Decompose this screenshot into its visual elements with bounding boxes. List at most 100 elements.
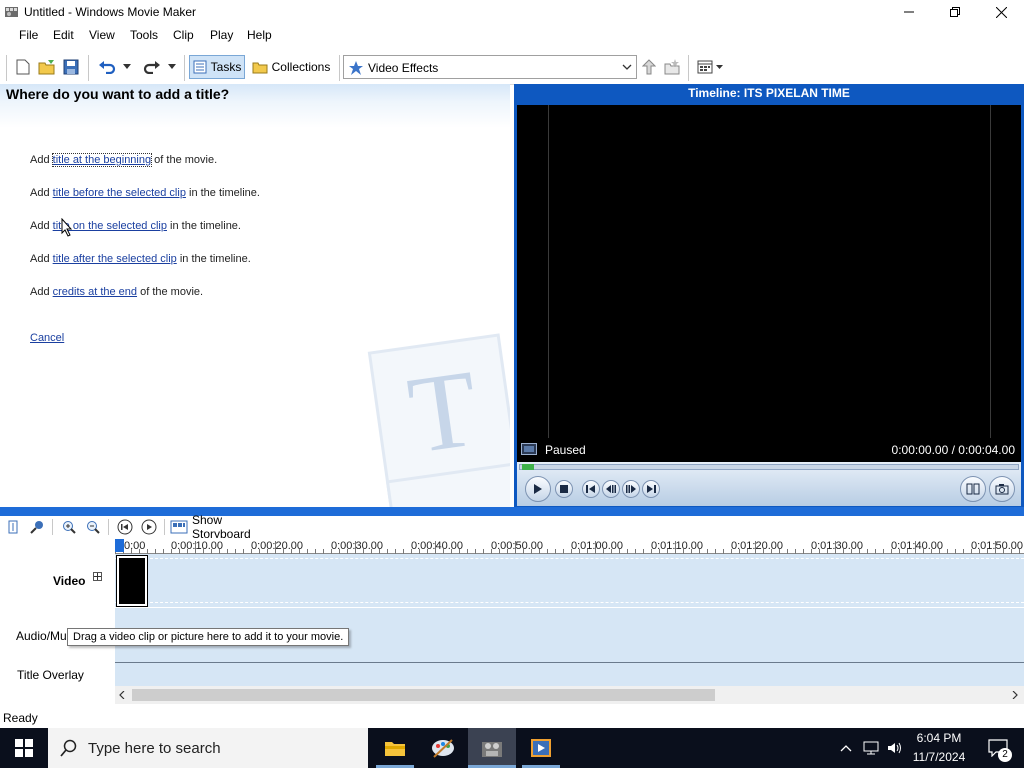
new-collection-folder-button[interactable]	[663, 58, 681, 76]
mouse-cursor-icon	[61, 218, 73, 237]
title-after-selected-link[interactable]: title after the selected clip	[53, 253, 177, 265]
task-line-prefix: Add	[30, 286, 53, 298]
scroll-right-icon	[1012, 691, 1018, 699]
redo-button[interactable]	[141, 58, 163, 76]
close-icon	[995, 6, 1007, 18]
stop-button[interactable]	[555, 480, 573, 498]
toolbar-separator	[52, 519, 53, 535]
zoom-in-button[interactable]	[60, 518, 78, 536]
menu-edit[interactable]: Edit	[53, 28, 74, 42]
menu-play[interactable]: Play	[210, 28, 233, 42]
skip-forward-icon	[647, 485, 656, 493]
menu-help[interactable]: Help	[247, 28, 272, 42]
zoom-in-icon	[63, 521, 76, 534]
playhead-indicator[interactable]	[115, 539, 124, 552]
taskbar-file-explorer[interactable]	[372, 728, 418, 768]
save-button[interactable]	[62, 58, 80, 76]
action-center-button[interactable]: 2	[978, 728, 1018, 768]
toolbar-separator	[88, 55, 89, 81]
collections-button[interactable]: Collections	[249, 55, 333, 79]
play-timeline-button[interactable]	[140, 518, 158, 536]
credits-at-end-link[interactable]: credits at the end	[53, 286, 137, 298]
seek-thumb[interactable]	[522, 464, 534, 470]
taskbar-paint-app[interactable]	[420, 728, 466, 768]
tasks-button[interactable]: Tasks	[189, 55, 245, 79]
taskbar-search-box[interactable]: Type here to search	[48, 728, 368, 768]
scrollbar-thumb[interactable]	[132, 689, 715, 701]
title-before-selected-link[interactable]: title before the selected clip	[53, 187, 186, 199]
next-frame-button[interactable]	[622, 480, 640, 498]
track-guide	[115, 558, 1024, 559]
menu-tools[interactable]: Tools	[130, 28, 158, 42]
collection-select-value: Video Effects	[368, 61, 439, 75]
play-icon	[534, 484, 542, 494]
windows-logo-icon	[15, 739, 33, 757]
preview-title: Timeline: ITS PIXELAN TIME	[688, 86, 850, 100]
forward-to-end-button[interactable]	[642, 480, 660, 498]
minimize-icon	[904, 11, 914, 13]
chevron-down-icon	[123, 64, 131, 69]
expand-video-track-button[interactable]	[93, 572, 102, 581]
title-overlay-track[interactable]	[115, 663, 1024, 686]
views-button[interactable]	[695, 58, 725, 76]
undo-arrow-icon	[99, 61, 116, 74]
clock-date[interactable]: 11/7/2024	[906, 750, 972, 764]
task-heading: Where do you want to add a title?	[6, 86, 230, 102]
seek-controls	[517, 462, 1021, 506]
narrate-timeline-button[interactable]	[28, 518, 46, 536]
take-picture-button[interactable]	[989, 476, 1015, 502]
status-text: Ready	[3, 711, 38, 725]
storyboard-icon	[170, 520, 188, 534]
restore-button[interactable]	[932, 0, 978, 24]
menu-view[interactable]: View	[89, 28, 115, 42]
open-project-button[interactable]	[37, 58, 57, 76]
taskbar-movie-maker[interactable]	[468, 728, 516, 768]
menu-clip[interactable]: Clip	[173, 28, 194, 42]
undo-dropdown[interactable]	[120, 58, 134, 76]
video-clip[interactable]	[116, 555, 148, 607]
show-hidden-icons-button[interactable]	[836, 728, 856, 768]
task-line-suffix: of the movie.	[137, 286, 204, 298]
movie-maker-app-icon	[5, 7, 18, 17]
cancel-link[interactable]: Cancel	[30, 332, 64, 344]
up-one-level-button[interactable]	[640, 58, 658, 76]
views-grid-icon	[697, 60, 713, 74]
redo-dropdown[interactable]	[165, 58, 179, 76]
audio-levels-icon	[8, 520, 18, 534]
pane-splitter[interactable]	[0, 507, 1024, 516]
zoom-out-button[interactable]	[84, 518, 102, 536]
menu-file[interactable]: File	[19, 28, 38, 42]
collections-folder-icon	[252, 62, 268, 74]
network-status-button[interactable]	[860, 728, 882, 768]
split-clip-button[interactable]	[960, 476, 986, 502]
timeline-horizontal-scrollbar[interactable]	[115, 686, 1024, 704]
preview-safe-line-left	[548, 105, 549, 438]
taskbar-media-app[interactable]	[518, 728, 564, 768]
new-project-button[interactable]	[14, 58, 32, 76]
toolbar-separator	[108, 519, 109, 535]
title-overlay-track-label: Title Overlay	[17, 668, 84, 682]
task-line-suffix: of the movie.	[151, 154, 218, 166]
title-watermark-graphic: T	[367, 333, 510, 507]
toolbar-grip	[6, 55, 7, 81]
show-storyboard-button[interactable]: Show Storyboard	[170, 513, 284, 541]
seek-bar[interactable]	[519, 464, 1019, 470]
back-to-start-button[interactable]	[582, 480, 600, 498]
undo-button[interactable]	[96, 58, 118, 76]
play-button[interactable]	[525, 476, 551, 502]
set-audio-levels-button[interactable]	[5, 518, 21, 536]
previous-frame-button[interactable]	[602, 480, 620, 498]
collection-select[interactable]: Video Effects	[343, 55, 637, 79]
video-track[interactable]	[115, 554, 1024, 607]
start-button[interactable]	[0, 728, 48, 768]
volume-button[interactable]	[884, 728, 906, 768]
clock-time[interactable]: 6:04 PM	[906, 731, 972, 745]
rewind-timeline-button[interactable]	[116, 518, 134, 536]
play-circle-icon	[141, 519, 157, 535]
window-title: Untitled - Windows Movie Maker	[24, 5, 197, 19]
close-button[interactable]	[978, 0, 1024, 24]
minimize-button[interactable]	[886, 0, 932, 24]
redo-arrow-icon	[143, 61, 160, 74]
toolbar-separator	[164, 519, 165, 535]
title-at-beginning-link[interactable]: title at the beginning	[51, 153, 153, 167]
